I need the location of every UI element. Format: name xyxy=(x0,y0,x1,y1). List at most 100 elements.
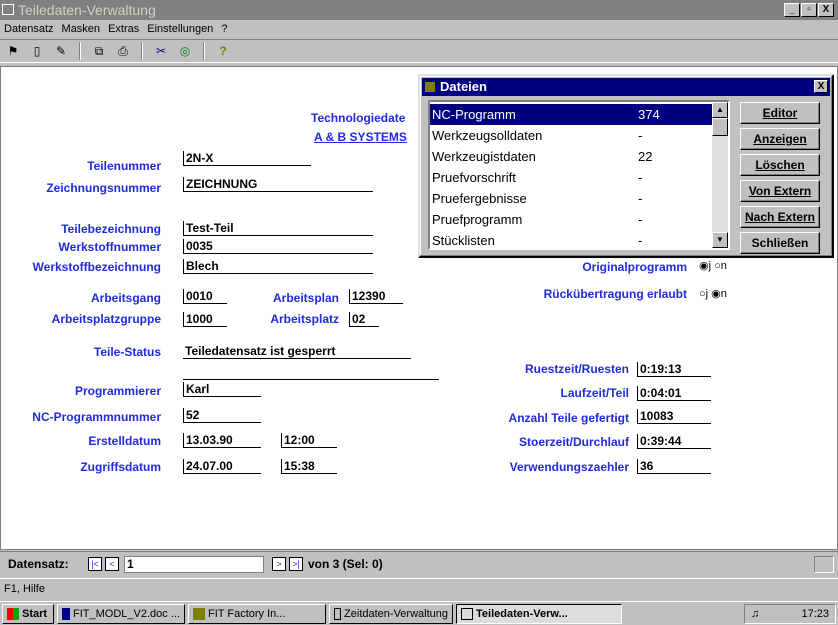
task-fit-factory[interactable]: FIT Factory In... xyxy=(188,603,326,624)
print-icon[interactable]: ⎙ xyxy=(114,42,132,60)
label-teilenummer: Teilenummer xyxy=(87,159,161,173)
nach-extern-button[interactable]: Nach Extern xyxy=(740,206,820,228)
first-record-button[interactable]: |< xyxy=(88,557,102,571)
start-label: Start xyxy=(22,607,48,620)
menu-extras[interactable]: Extras xyxy=(108,20,139,38)
list-item-count: - xyxy=(638,233,643,248)
field-werkstoffnummer[interactable]: 0035 xyxy=(183,239,373,254)
start-button[interactable]: Start xyxy=(2,603,54,624)
list-item-name: Pruefvorschrift xyxy=(432,170,516,185)
radio-rueckuebertragung[interactable]: ○j ◉n xyxy=(699,287,727,300)
field-erstellzeit[interactable]: 12:00 xyxy=(281,433,337,448)
header-line1: Technologiedate xyxy=(311,111,406,125)
minimize-button[interactable]: _ xyxy=(784,3,800,17)
speaker-icon[interactable]: ♫ xyxy=(751,605,759,623)
record-input[interactable]: 1 xyxy=(124,556,264,573)
list-item[interactable]: Pruefvorschrift - xyxy=(430,167,712,188)
menu-help[interactable]: ? xyxy=(221,20,227,38)
toolbar-separator xyxy=(79,42,81,60)
field-ncprogrammnummer[interactable]: 52 xyxy=(183,408,261,423)
label-arbeitsplatz: Arbeitsplatz xyxy=(270,312,339,326)
binoculars-icon[interactable]: ⚑ xyxy=(4,42,22,60)
field-teilebezeichnung[interactable]: Test-Teil xyxy=(183,221,373,236)
field-arbeitsgang[interactable]: 0010 xyxy=(183,289,227,304)
list-scrollbar[interactable]: ▲ ▼ xyxy=(712,102,728,248)
schliessen-button[interactable]: Schließen xyxy=(740,232,820,254)
field-erstelldatum[interactable]: 13.03.90 xyxy=(183,433,261,448)
field-werkstoffbezeichnung[interactable]: Blech xyxy=(183,259,373,274)
nav-label: Datensatz: xyxy=(8,557,69,571)
window-title: Teiledaten-Verwaltung xyxy=(18,2,156,18)
field-stoerzeit[interactable]: 0:39:44 xyxy=(637,434,711,449)
label-teilestatus: Teile-Status xyxy=(93,345,161,359)
record-navigator: Datensatz: |< < 1 > >| von 3 (Sel: 0) xyxy=(0,551,838,577)
label-werkstoffnummer: Werkstoffnummer xyxy=(58,240,161,254)
field-arbeitsplatz[interactable]: 02 xyxy=(349,312,379,327)
dialog-close-button[interactable]: X xyxy=(814,80,828,93)
next-record-button[interactable]: > xyxy=(272,557,286,571)
record-count: von 3 (Sel: 0) xyxy=(308,557,383,571)
restore-button[interactable]: ▫ xyxy=(801,3,817,17)
loeschen-button[interactable]: Löschen xyxy=(740,154,820,176)
label-rueckuebertragung: Rückübertragung erlaubt xyxy=(543,287,687,301)
anzeigen-button[interactable]: Anzeigen xyxy=(740,128,820,150)
label-programmierer: Programmierer xyxy=(74,384,161,398)
list-item[interactable]: Werkzeugsolldaten - xyxy=(430,125,712,146)
scroll-up-button[interactable]: ▲ xyxy=(712,102,728,118)
menu-einstellungen[interactable]: Einstellungen xyxy=(147,20,213,38)
copy-icon[interactable]: ⧉ xyxy=(90,42,108,60)
task-label: Teiledaten-Verw... xyxy=(476,607,568,620)
field-teilestatus[interactable]: Teiledatensatz ist gesperrt xyxy=(183,344,411,359)
task-teiledaten[interactable]: Teiledaten-Verw... xyxy=(456,603,622,624)
field-teilenummer[interactable]: 2N-X xyxy=(183,151,311,166)
help-icon[interactable]: ? xyxy=(214,42,232,60)
editor-button[interactable]: Editor xyxy=(740,102,820,124)
field-verwendungszaehler[interactable]: 36 xyxy=(637,459,711,474)
title-bar[interactable]: Teiledaten-Verwaltung _ ▫ X xyxy=(0,0,838,20)
header-line2: A & B SYSTEMS xyxy=(314,130,407,144)
close-button[interactable]: X xyxy=(818,3,834,17)
list-item[interactable]: Stücklisten - xyxy=(430,230,712,251)
list-item[interactable]: Pruefergebnisse - xyxy=(430,188,712,209)
field-anzahlteile[interactable]: 10083 xyxy=(637,409,711,424)
field-arbeitsplan[interactable]: 12390 xyxy=(349,289,403,304)
cut-icon[interactable]: ✂ xyxy=(152,42,170,60)
label-arbeitsgang: Arbeitsgang xyxy=(90,291,161,305)
task-word-doc[interactable]: FIT_MODL_V2.doc ... xyxy=(57,603,185,624)
label-ruestzeit: Ruestzeit/Ruesten xyxy=(524,362,629,376)
field-zeichnungsnummer[interactable]: ZEICHNUNG xyxy=(183,177,373,192)
task-zeitdaten[interactable]: Zeitdaten-Verwaltung xyxy=(329,603,453,624)
field-laufzeit[interactable]: 0:04:01 xyxy=(637,386,711,401)
field-zugriffsdatum[interactable]: 24.07.00 xyxy=(183,459,261,474)
list-item[interactable]: NC-Programm 374 xyxy=(430,104,712,125)
system-tray: ♫ 17:23 xyxy=(744,603,836,624)
list-item-name: Werkzeugsolldaten xyxy=(432,128,543,143)
status-panel xyxy=(814,556,834,573)
list-item[interactable]: Werkzeugistdaten 22 xyxy=(430,146,712,167)
dialog-title-bar[interactable]: Dateien X xyxy=(422,78,830,96)
prev-record-button[interactable]: < xyxy=(105,557,119,571)
list-item-count: 374 xyxy=(638,107,660,122)
field-programmierer[interactable]: Karl xyxy=(183,382,261,397)
menu-masken[interactable]: Masken xyxy=(62,20,101,38)
field-arbeitsplatzgruppe[interactable]: 1000 xyxy=(183,312,227,327)
last-record-button[interactable]: >| xyxy=(289,557,303,571)
new-icon[interactable]: ▯ xyxy=(28,42,46,60)
label-arbeitsplan: Arbeitsplan xyxy=(272,291,339,305)
list-item-count: - xyxy=(638,191,643,206)
eye-icon[interactable]: ◎ xyxy=(176,42,194,60)
field-zugriffszeit[interactable]: 15:38 xyxy=(281,459,337,474)
menu-datensatz[interactable]: Datensatz xyxy=(4,20,54,38)
edit-icon[interactable]: ✎ xyxy=(52,42,70,60)
clock[interactable]: 17:23 xyxy=(801,605,829,623)
von-extern-button[interactable]: Von Extern xyxy=(740,180,820,202)
list-item[interactable]: Pruefprogramm - xyxy=(430,209,712,230)
app-icon xyxy=(2,4,14,15)
field-ruestzeit[interactable]: 0:19:13 xyxy=(637,362,711,377)
help-hint: F1, Hilfe xyxy=(0,578,838,598)
radio-originalprogramm[interactable]: ◉j ○n xyxy=(699,259,727,272)
scroll-thumb[interactable] xyxy=(712,118,728,136)
toolbar: ⚑ ▯ ✎ ⧉ ⎙ ✂ ◎ ? xyxy=(0,39,838,63)
task-label: FIT Factory In... xyxy=(208,607,286,620)
scroll-down-button[interactable]: ▼ xyxy=(712,232,728,248)
